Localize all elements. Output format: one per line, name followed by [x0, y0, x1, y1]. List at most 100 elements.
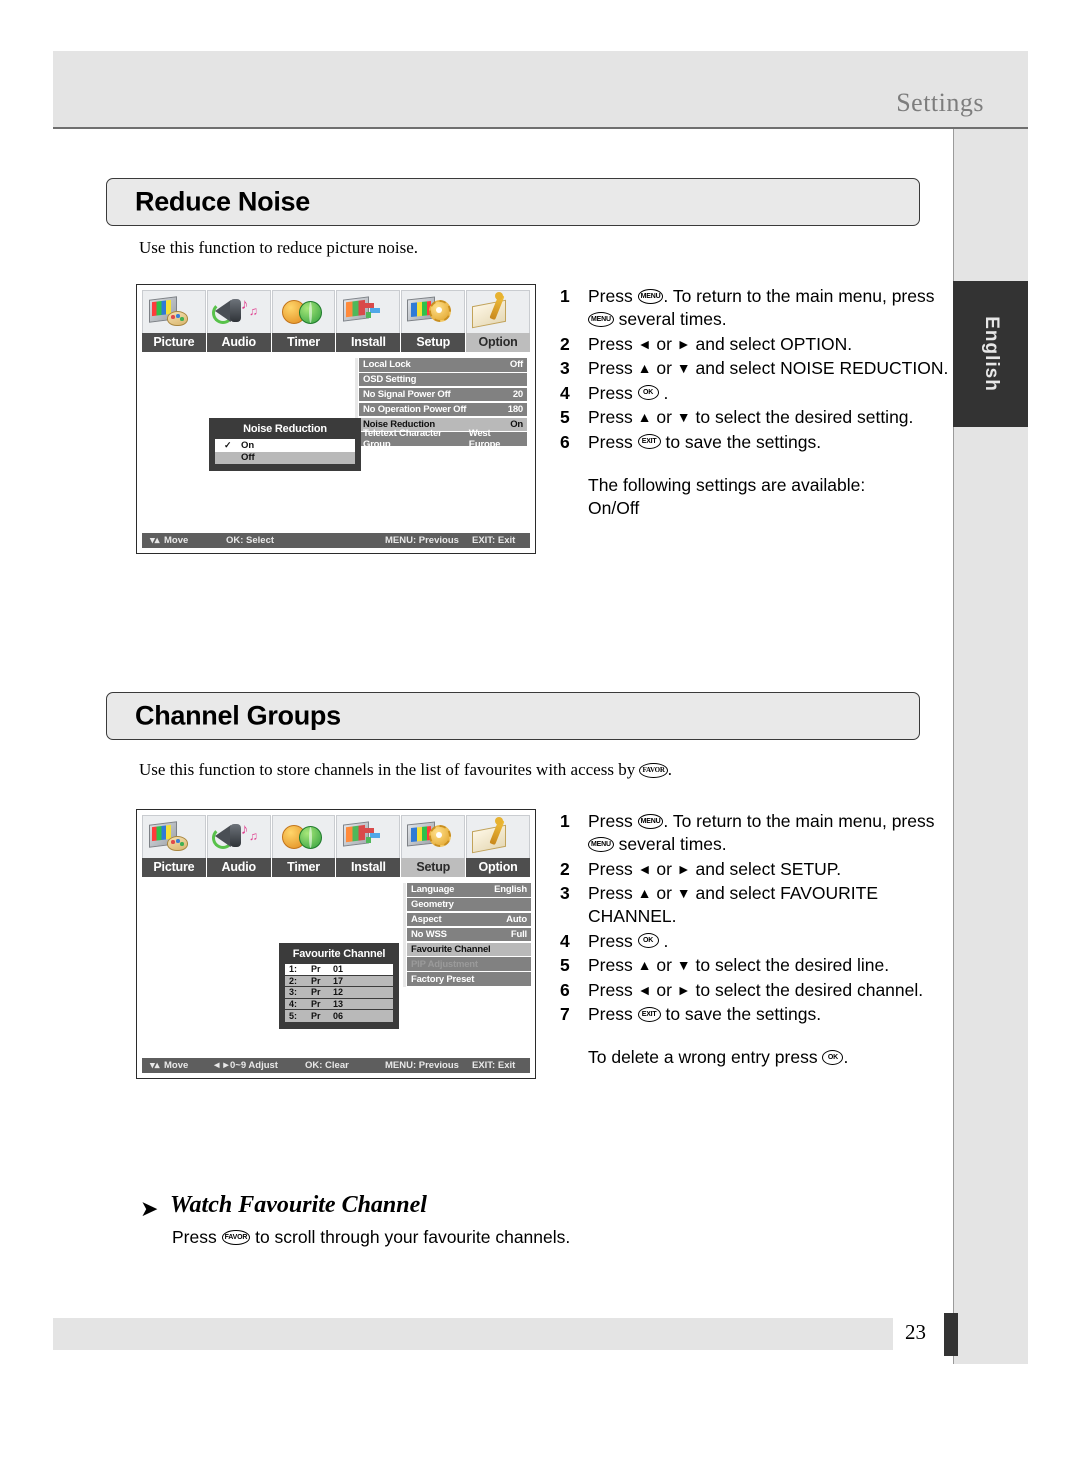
favourite-row[interactable]: 4: Pr 13 — [285, 998, 393, 1010]
page-number: 23 — [905, 1320, 926, 1344]
section-title-text: Reduce Noise — [135, 186, 310, 217]
subsection-heading: Watch Favourite Channel — [170, 1192, 427, 1218]
osd-menu-row[interactable]: No Signal Power Off 20 — [359, 387, 527, 402]
intro-text: Use this function to store channels in t… — [139, 760, 640, 779]
up-arrow-icon: ▲ — [637, 409, 652, 425]
header-divider — [53, 127, 1028, 129]
ok-key-icon: OK — [637, 385, 659, 401]
row-channel: 13 — [333, 998, 344, 1009]
osd-tab-install[interactable]: Install — [336, 290, 402, 352]
step-item: 3 Press ▲ or ▼ and select NOISE REDUCTIO… — [556, 357, 956, 380]
osd-tab-setup[interactable]: Setup — [401, 290, 467, 352]
popup-option-on[interactable]: ✓ On — [215, 439, 355, 452]
step-text: Press OK . — [588, 930, 669, 951]
osd-tab-audio[interactable]: ♪ ♫ Audio — [206, 815, 272, 877]
row-label: Language — [411, 884, 455, 896]
row-value: 180 — [507, 403, 523, 415]
step-item: 4 Press OK . — [556, 382, 956, 405]
step-text: Press ◄ or ► and select OPTION. — [588, 333, 853, 354]
osd-menu-row[interactable]: OSD Setting — [359, 372, 527, 387]
step-number: 7 — [560, 1004, 570, 1024]
step-number: 3 — [560, 358, 570, 378]
step-text: Press EXIT to save the settings. — [588, 431, 822, 452]
osd-tab-option[interactable]: Option — [466, 290, 530, 352]
row-value: Auto — [506, 914, 527, 926]
favourite-row[interactable]: 2: Pr 17 — [285, 975, 393, 987]
osd-tab-install[interactable]: Install — [336, 815, 402, 877]
osd-status-bar: ▾▴ Move OK: Select MENU: Previous EXIT: … — [142, 533, 530, 548]
popup-option-label: On — [241, 439, 255, 451]
osd-tab-audio[interactable]: ♪ ♫ Audio — [206, 290, 272, 352]
osd-tab-label: Audio — [206, 333, 271, 352]
row-label: Factory Preset — [411, 973, 475, 985]
osd-tab-label: Timer — [271, 858, 336, 877]
header-band — [53, 51, 1028, 127]
down-arrow-icon: ▼ — [676, 360, 691, 376]
row-label: No WSS — [411, 928, 447, 940]
osd-tab-picture[interactable]: Picture — [142, 290, 207, 352]
step-item: 2 Press ◄ or ► and select OPTION. — [556, 333, 956, 356]
step-text: Press MENU. To return to the main menu, … — [588, 286, 935, 329]
popup-option-off[interactable]: Off — [215, 451, 355, 464]
section-title-channel-groups: Channel Groups — [106, 692, 920, 740]
exit-key-icon: EXIT — [637, 434, 661, 450]
menu-key-icon: MENU — [637, 288, 664, 304]
screen-plug-icon — [336, 290, 401, 333]
step-number: 4 — [560, 382, 570, 403]
row-value: English — [494, 884, 527, 896]
left-arrow-icon: ◄ — [637, 335, 652, 352]
row-label: Aspect — [411, 914, 442, 926]
osd-option-list: Local Lock Off OSD Setting No Signal Pow… — [355, 358, 527, 450]
osd-menu-row[interactable]: Factory Preset — [407, 972, 531, 986]
favourite-row[interactable]: 1: Pr 01 — [285, 964, 393, 976]
row-label: No Signal Power Off — [363, 389, 451, 401]
right-arrow-icon: ► — [676, 981, 691, 998]
osd-tab-label: Picture — [142, 858, 206, 877]
osd-menu-row[interactable]: No Operation Power Off 180 — [359, 402, 527, 417]
favourite-row[interactable]: 3: Pr 12 — [285, 987, 393, 999]
osd-menu-row[interactable]: Language English — [407, 883, 531, 897]
clock-globe-icon — [271, 290, 336, 333]
favor-key-icon: FAVOR — [221, 1229, 251, 1245]
step-item: 3 Press ▲ or ▼ and select FAVOURITE CHANN… — [556, 882, 956, 928]
tv-palette-icon — [142, 815, 206, 858]
osd-menu-row[interactable]: Teletext Character Group West Europe — [359, 428, 527, 450]
step-number: 1 — [560, 286, 570, 306]
row-pr: Pr — [311, 998, 321, 1009]
osd-menu-row-disabled: PIP Adjustment — [407, 957, 531, 971]
osd-status-bar: ▾▴ Move ◄► 0~9 Adjust OK: Clear MENU: Pr… — [142, 1058, 530, 1073]
osd-menu-row[interactable]: Local Lock Off — [359, 358, 527, 372]
ok-key-icon: OK — [822, 1049, 844, 1065]
osd-screenshot-setup-menu: Picture ♪ ♫ Audio Timer Install Setup Op… — [136, 809, 536, 1079]
clock-globe-icon — [271, 815, 336, 858]
osd-tab-setup[interactable]: Setup — [401, 815, 467, 877]
osd-menu-row[interactable]: Aspect Auto — [407, 912, 531, 927]
footer-band — [53, 1318, 893, 1350]
row-channel: 06 — [333, 1010, 344, 1021]
osd-tab-picture[interactable]: Picture — [142, 815, 207, 877]
step-item: 2 Press ◄ or ► and select SETUP. — [556, 858, 956, 881]
step-item: 4 Press OK . — [556, 930, 956, 953]
book-pen-icon — [466, 290, 530, 333]
osd-menu-row[interactable]: Geometry — [407, 897, 531, 912]
favourite-row[interactable]: 5: Pr 06 — [285, 1010, 393, 1022]
screen-plug-icon — [336, 815, 401, 858]
language-tab-label: English — [980, 316, 1002, 392]
speaker-note-icon: ♪ ♫ — [206, 815, 271, 858]
row-channel: 12 — [333, 987, 344, 998]
osd-menu-row[interactable]: No WSS Full — [407, 927, 531, 942]
popup-option-label: Off — [241, 452, 255, 464]
exit-key-icon: EXIT — [637, 1006, 661, 1022]
osd-tab-timer[interactable]: Timer — [271, 815, 337, 877]
section-intro-channel-groups: Use this function to store channels in t… — [139, 760, 672, 780]
row-label: Geometry — [411, 899, 454, 911]
menu-key-icon: MENU — [588, 311, 614, 327]
osd-menu-row-selected[interactable]: Favourite Channel — [407, 942, 531, 957]
intro-text-end: . — [667, 760, 673, 779]
step-number: 2 — [560, 333, 570, 354]
right-arrow-icon: ► — [676, 860, 691, 877]
row-label: Local Lock — [363, 359, 411, 371]
menu-key-icon: MENU — [588, 836, 614, 852]
osd-tab-option[interactable]: Option — [466, 815, 530, 877]
osd-tab-timer[interactable]: Timer — [271, 290, 337, 352]
